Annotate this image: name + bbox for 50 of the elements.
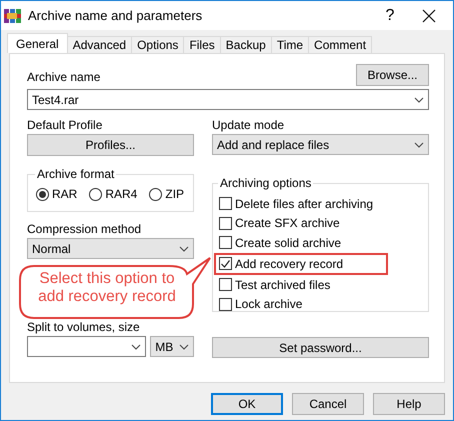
set-password-button[interactable]: Set password... [212, 337, 429, 358]
checkbox[interactable] [219, 298, 232, 311]
chevron-down-icon[interactable] [414, 142, 424, 148]
books-icon [4, 8, 21, 24]
compression-dropdown[interactable]: Normal [27, 238, 194, 259]
dialog-button[interactable]: Cancel [292, 393, 364, 415]
browse-button[interactable]: Browse... [356, 64, 429, 86]
checkbox[interactable] [219, 236, 232, 250]
radio-label[interactable]: RAR [52, 187, 78, 201]
unit-dropdown[interactable]: MB [150, 336, 194, 357]
checkbox-label[interactable]: Lock archive [235, 297, 302, 312]
chevron-down-icon[interactable] [131, 344, 142, 350]
close-icon[interactable] [422, 8, 436, 22]
dialog-button[interactable]: Help [373, 393, 445, 415]
radio-label[interactable]: RAR4 [105, 187, 138, 201]
radio-button[interactable] [149, 188, 162, 200]
callout-text: Select this option to add recovery record [37, 270, 177, 306]
tab[interactable]: Backup [220, 36, 272, 53]
radio-button[interactable] [89, 188, 102, 200]
update-mode-dropdown[interactable]: Add and replace files [212, 134, 429, 155]
archive-name-field[interactable]: Test4.rar [27, 89, 429, 110]
field-label: Update mode [212, 118, 286, 132]
help-button[interactable]: ? [380, 6, 400, 24]
checkbox-label[interactable]: Add recovery record [235, 256, 344, 271]
field-label: Compression method [27, 222, 142, 236]
profiles-button[interactable]: Profiles... [27, 134, 194, 156]
radio-button[interactable] [36, 188, 49, 200]
checkbox-label[interactable]: Test archived files [235, 278, 330, 292]
radio-label[interactable]: ZIP [165, 187, 184, 201]
checkbox-label[interactable]: Delete files after archiving [235, 196, 374, 211]
window-title: Archive name and parameters [28, 8, 204, 23]
group-title: Archiving options [219, 176, 312, 190]
group-title: Archive format [36, 167, 116, 181]
checkbox[interactable] [219, 257, 232, 270]
field-label: Default Profile [27, 118, 104, 132]
checkbox[interactable] [219, 216, 232, 230]
tab[interactable]: General [7, 33, 68, 53]
volume-size-field[interactable] [27, 336, 146, 357]
tab[interactable]: Options [131, 36, 184, 53]
chevron-down-icon[interactable] [179, 344, 189, 350]
chevron-down-icon[interactable] [414, 96, 424, 102]
dialog-button[interactable]: OK [211, 393, 283, 415]
tab[interactable]: Comment [308, 36, 372, 53]
checkbox[interactable] [219, 278, 232, 292]
chevron-down-icon[interactable] [179, 246, 189, 252]
checkbox[interactable] [219, 197, 232, 210]
checkbox-label[interactable]: Create SFX archive [235, 216, 340, 230]
field-label: Split to volumes, size [27, 320, 141, 334]
checkbox-label[interactable]: Create solid archive [235, 236, 342, 250]
field-label: Archive name [27, 70, 100, 84]
